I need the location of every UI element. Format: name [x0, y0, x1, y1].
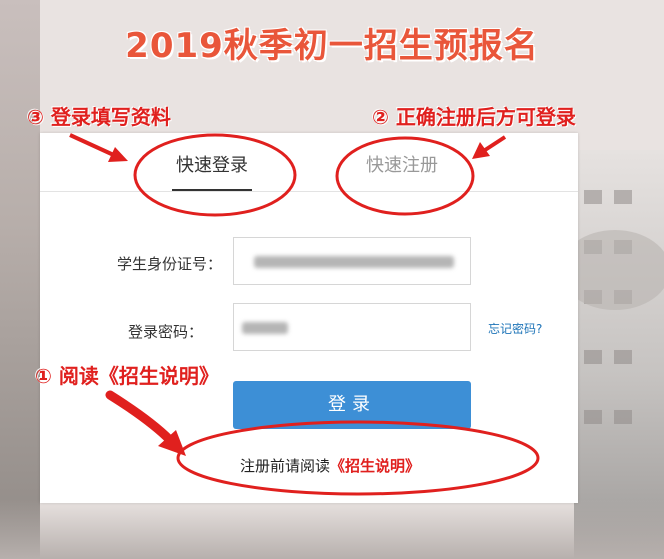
arrow-icon: [472, 135, 507, 159]
highlight-login-tab: [133, 133, 297, 217]
arrow-icon: [105, 390, 186, 456]
arrow-icon: [69, 133, 128, 162]
highlight-notice: [176, 420, 540, 496]
highlight-register-tab: [335, 136, 475, 216]
annotation-overlay: [69, 133, 540, 496]
